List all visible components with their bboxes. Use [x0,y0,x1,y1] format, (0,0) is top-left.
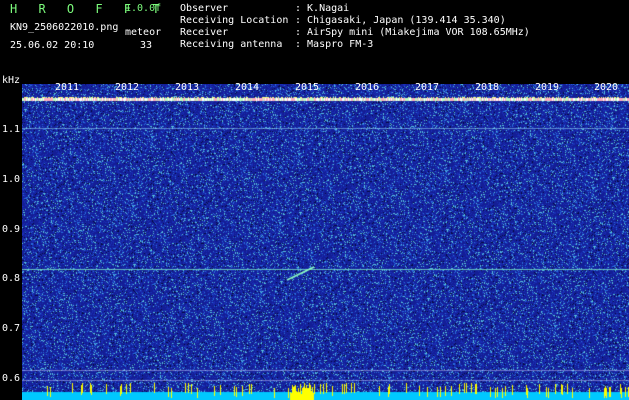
meta-value: : Chigasaki, Japan (139.414 35.340) [295,15,506,26]
year-label: 2017 [415,82,440,93]
meteor-label: meteor [125,27,162,38]
y-tick-label: 0.8 [2,273,21,284]
y-tick-label: 1.1 [2,124,21,135]
meta-antenna: Receiving antenna : Maspro FM-3 [180,39,373,51]
y-tick-label: 1.0 [2,174,21,185]
year-label: 2020 [594,82,619,93]
meta-observer: Observer : K.Nagai [180,3,349,15]
year-label: 2013 [175,82,200,93]
version-label: 1.0.0f [125,3,162,14]
meta-key: Receiving antenna [180,39,283,50]
y-tick-label: 0.6 [2,373,21,384]
y-tick-label: 0.9 [2,224,21,235]
meta-key: Observer [180,3,229,14]
meta-value: : K.Nagai [295,3,350,14]
y-tick-label: 0.7 [2,323,21,334]
year-label: 2011 [55,82,80,93]
spectrogram-canvas [22,84,629,400]
year-label: 2016 [355,82,380,93]
axis-unit-label: kHz [2,75,21,86]
meta-location: Receiving Location : Chigasaki, Japan (13… [180,15,506,27]
year-label: 2012 [115,82,140,93]
meteor-count: 33 [140,40,153,51]
year-label: 2019 [535,82,560,93]
meta-receiver: Receiver : AirSpy mini (Miakejima VOR 108… [180,27,530,39]
timestamp: 25.06.02 20:10 [10,40,95,51]
meta-key: Receiving Location [180,15,289,26]
meta-key: Receiver [180,27,229,38]
year-label: 2018 [475,82,500,93]
year-label: 2014 [235,82,260,93]
year-label: 2015 [295,82,320,93]
file-name: KN9_2506022010.png [10,22,119,33]
spectrogram [22,84,629,400]
meta-value: : Maspro FM-3 [295,39,374,50]
meta-value: : AirSpy mini (Miakejima VOR 108.65MHz) [295,27,530,38]
